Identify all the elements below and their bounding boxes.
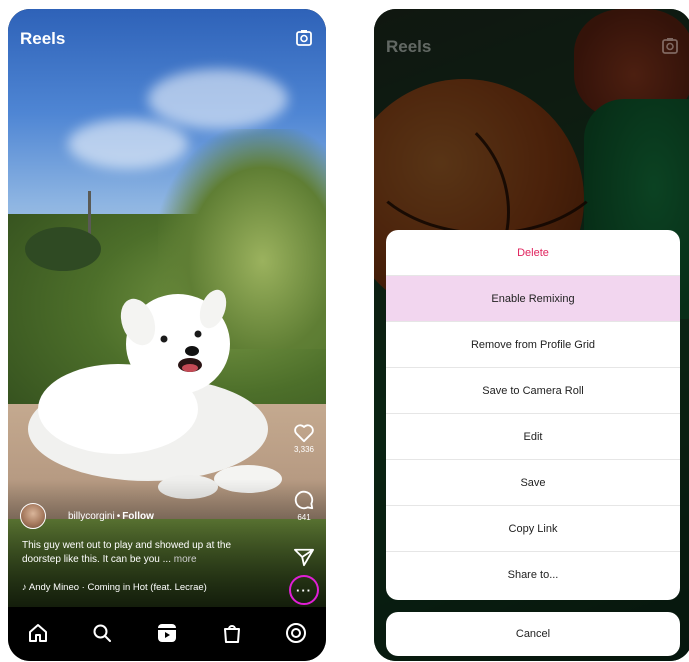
separator: •: [116, 510, 121, 522]
like-button[interactable]: 3,336: [287, 423, 321, 454]
send-icon: [293, 548, 314, 567]
like-count: 3,336: [293, 445, 315, 454]
bottom-nav: [8, 607, 326, 661]
menu-item-edit[interactable]: Edit: [386, 414, 680, 460]
menu-item-copy-link[interactable]: Copy Link: [386, 506, 680, 552]
caption-text: This guy went out to play and showed up …: [22, 540, 232, 565]
username[interactable]: billycorgini: [68, 511, 115, 522]
menu-item-save-to-camera-roll[interactable]: Save to Camera Roll: [386, 368, 680, 414]
comment-button[interactable]: 641: [287, 489, 321, 522]
nav-shop[interactable]: [220, 621, 244, 645]
menu-item-save[interactable]: Save: [386, 460, 680, 506]
reel-screen: Reels 3,336 641 billycorgini • Follow Th…: [8, 9, 326, 661]
post-author: billycorgini • Follow: [20, 502, 154, 530]
camera-icon: [659, 35, 681, 57]
nav-home[interactable]: [26, 621, 50, 645]
page-title: Reels: [386, 37, 432, 56]
nav-profile[interactable]: [284, 621, 308, 645]
menu-item-remove-from-grid[interactable]: Remove from Profile Grid: [386, 322, 680, 368]
profile-icon: [286, 623, 306, 643]
cancel-button[interactable]: Cancel: [386, 612, 680, 656]
reel-options-screen: Reels Delete Enable Remixing Remove from…: [374, 9, 689, 661]
nav-reels[interactable]: [155, 621, 179, 645]
more-icon: ···: [296, 582, 312, 598]
options-sheet: Delete Enable Remixing Remove from Profi…: [386, 230, 680, 600]
audio-track[interactable]: ♪ Andy Mineo · Coming in Hot (feat. Lecr…: [22, 582, 277, 593]
search-icon: [93, 624, 111, 642]
reels-icon: [158, 624, 176, 642]
comment-count: 641: [297, 513, 311, 522]
camera-icon[interactable]: [293, 27, 315, 49]
avatar[interactable]: [20, 503, 46, 529]
follow-button[interactable]: Follow: [122, 511, 154, 522]
heart-icon: [294, 424, 314, 443]
more-options-button[interactable]: ···: [289, 575, 319, 605]
comment-icon: [294, 490, 314, 510]
menu-item-enable-remixing[interactable]: Enable Remixing: [386, 276, 680, 322]
nav-search[interactable]: [90, 621, 114, 645]
caption-more-link[interactable]: more: [174, 554, 197, 565]
shop-icon: [224, 625, 240, 643]
menu-item-delete[interactable]: Delete: [386, 230, 680, 276]
post-caption[interactable]: This guy went out to play and showed up …: [22, 539, 272, 567]
home-icon: [29, 624, 47, 642]
share-button[interactable]: [287, 547, 321, 567]
page-title: Reels: [20, 29, 66, 48]
menu-item-share-to[interactable]: Share to...: [386, 552, 680, 598]
